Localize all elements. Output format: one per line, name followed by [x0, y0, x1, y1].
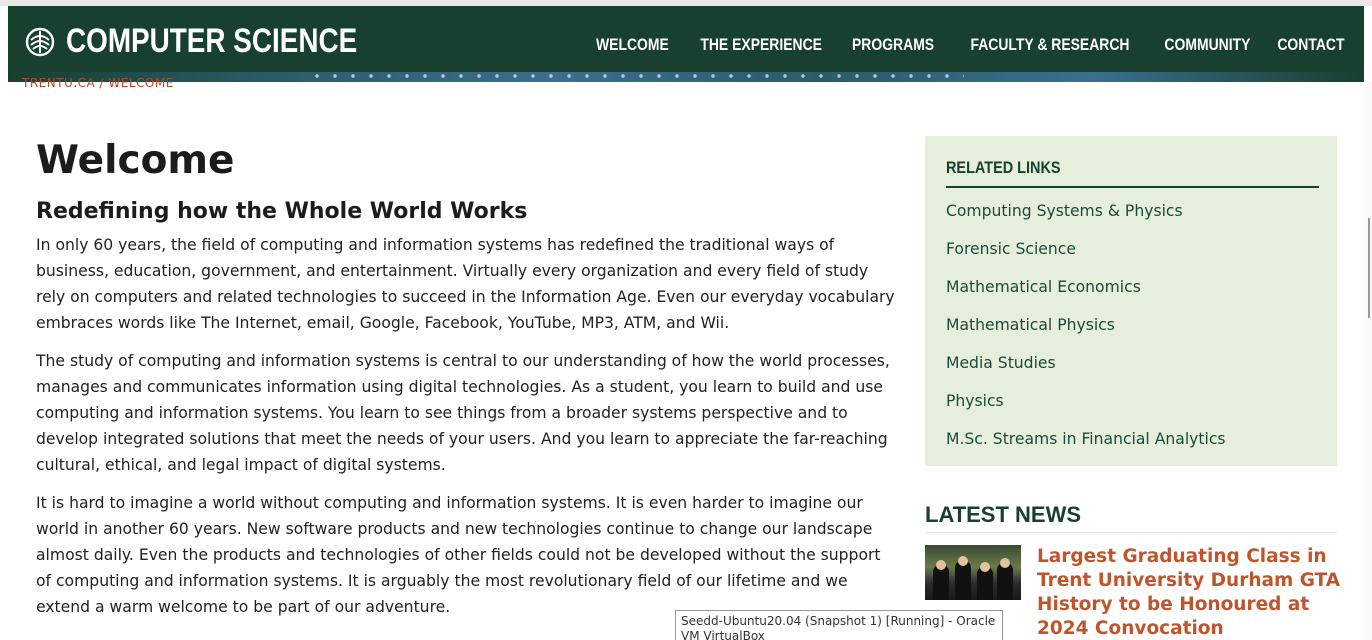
- nav-welcome-link[interactable]: WELCOME: [596, 35, 669, 55]
- nav-community[interactable]: COMMUNITY: [1155, 35, 1260, 55]
- nav-contact-link[interactable]: CONTACT: [1278, 35, 1345, 55]
- related-link-msc-financial-analytics[interactable]: M.Sc. Streams in Financial Analytics: [946, 426, 1319, 464]
- site-title[interactable]: COMPUTER SCIENCE: [66, 22, 357, 61]
- header-decorative-wave: [8, 72, 1364, 82]
- nav-programs-link[interactable]: PROGRAMS: [852, 35, 934, 55]
- latest-news-heading: LATEST NEWS: [925, 502, 1337, 533]
- related-link-computing-systems-physics[interactable]: Computing Systems & Physics: [946, 198, 1319, 236]
- trent-crest-icon: [25, 27, 55, 56]
- news-item-title-link[interactable]: Largest Graduating Class in Trent Univer…: [1037, 545, 1347, 640]
- related-link-forensic-science[interactable]: Forensic Science: [946, 236, 1319, 274]
- graduate-head: [958, 556, 968, 566]
- related-link-mathematical-physics[interactable]: Mathematical Physics: [946, 312, 1319, 350]
- related-link-physics[interactable]: Physics: [946, 388, 1319, 426]
- news-thumbnail-image[interactable]: [925, 545, 1021, 600]
- site-header: COMPUTER SCIENCE WELCOME THE EXPERIENCE …: [8, 6, 1364, 82]
- page-subtitle: Redefining how the Whole World Works: [36, 199, 528, 224]
- related-link-mathematical-economics[interactable]: Mathematical Economics: [946, 274, 1319, 312]
- nav-the-experience-link[interactable]: THE EXPERIENCE: [700, 35, 822, 55]
- nav-programs[interactable]: PROGRAMS: [843, 35, 943, 55]
- related-links-panel: RELATED LINKS Computing Systems & Physic…: [925, 136, 1337, 466]
- graduate-head: [1000, 558, 1010, 568]
- graduate-figure: [955, 560, 971, 600]
- nav-welcome[interactable]: WELCOME: [588, 35, 677, 55]
- taskbar-tooltip: Seedd-Ubuntu20.04 (Snapshot 1) [Running]…: [675, 610, 1003, 640]
- nav-faculty-research-link[interactable]: FACULTY & RESEARCH: [971, 35, 1130, 55]
- brand[interactable]: COMPUTER SCIENCE: [24, 22, 421, 61]
- main-nav: WELCOME THE EXPERIENCE PROGRAMS FACULTY …: [584, 35, 1348, 55]
- related-links-list: Computing Systems & Physics Forensic Sci…: [946, 198, 1319, 464]
- related-links-heading: RELATED LINKS: [946, 158, 1061, 177]
- intro-paragraph: In only 60 years, the field of computing…: [36, 236, 895, 332]
- nav-contact[interactable]: CONTACT: [1270, 35, 1352, 55]
- graduate-head: [980, 562, 990, 572]
- nav-faculty-research[interactable]: FACULTY & RESEARCH: [953, 35, 1147, 55]
- breadcrumb[interactable]: TRENTU.CA / WELCOME: [22, 76, 174, 90]
- related-links-divider: [946, 186, 1319, 188]
- nav-community-link[interactable]: COMMUNITY: [1165, 35, 1251, 55]
- page-scrollbar[interactable]: [1364, 82, 1372, 640]
- study-paragraph: The study of computing and information s…: [36, 352, 890, 474]
- related-link-media-studies[interactable]: Media Studies: [946, 350, 1319, 388]
- page-title: Welcome: [36, 138, 235, 183]
- graduate-head: [936, 560, 946, 570]
- scrollbar-thumb[interactable]: [1368, 218, 1370, 318]
- future-paragraph: It is hard to imagine a world without co…: [36, 494, 881, 616]
- nav-the-experience[interactable]: THE EXPERIENCE: [687, 35, 835, 55]
- main-content: Welcome Redefining how the Whole World W…: [36, 138, 896, 632]
